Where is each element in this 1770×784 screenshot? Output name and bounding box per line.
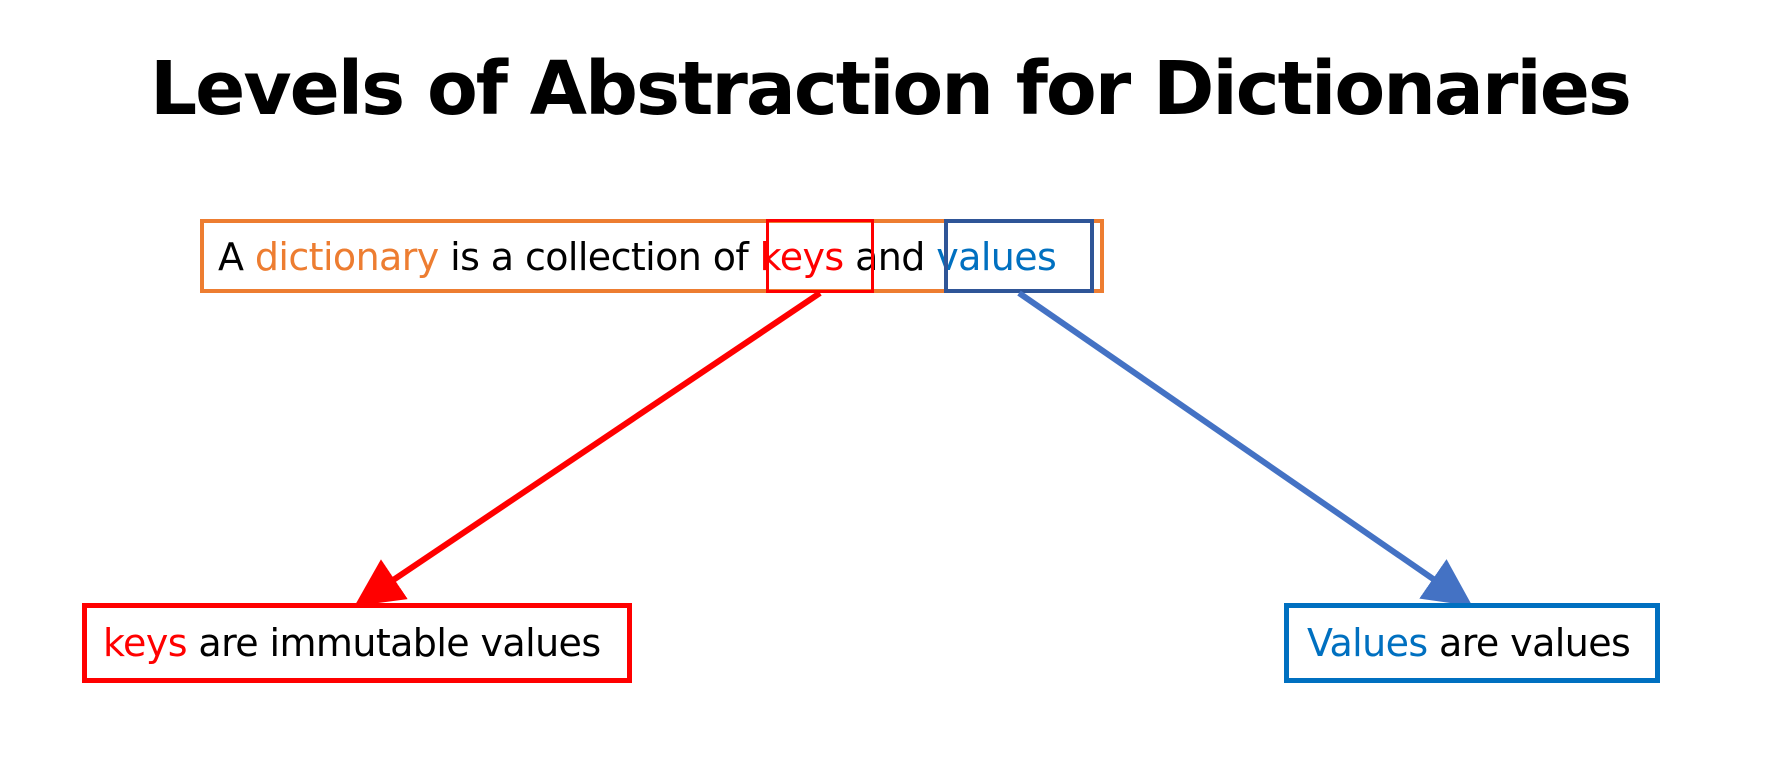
values-node: Values are values — [1284, 603, 1660, 683]
keys-arrow — [354, 290, 822, 607]
keys-node-text: are immutable values — [198, 621, 601, 665]
values-node-highlight: Values — [1307, 621, 1428, 665]
values-node-text: are values — [1439, 621, 1631, 665]
values-arrow — [1017, 290, 1473, 607]
keys-node: keys are immutable values — [82, 603, 632, 683]
keys-node-highlight: keys — [103, 621, 188, 665]
